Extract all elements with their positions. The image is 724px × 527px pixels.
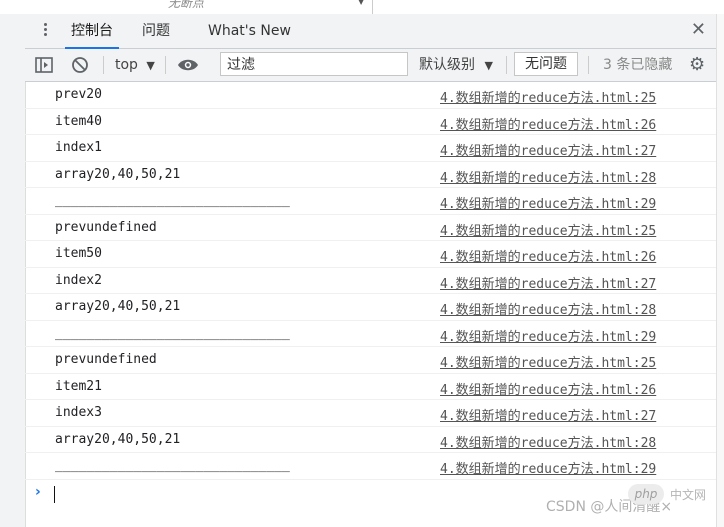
console-message-text: prevundefined	[55, 352, 157, 367]
console-message-text: item40	[55, 113, 102, 129]
source-link[interactable]: 4.数组新增的reduce方法.html:25	[440, 87, 656, 106]
toolbar-divider	[165, 56, 166, 74]
console-message-text: ______________________________	[55, 458, 290, 473]
clear-icon	[72, 57, 88, 73]
source-link[interactable]: 4.数组新增的reduce方法.html:26	[440, 114, 656, 133]
console-message-text: index2	[55, 272, 102, 288]
top-strip-ghost-text: 无断点	[168, 0, 205, 10]
php-cn-text: 中文网	[670, 488, 707, 502]
clear-console-button[interactable]	[71, 49, 89, 81]
issues-button[interactable]: 无问题	[514, 52, 578, 76]
source-link[interactable]: 4.数组新增的reduce方法.html:27	[440, 405, 656, 424]
console-message-row: index2 4.数组新增的reduce方法.html:27	[25, 268, 716, 294]
more-options-icon[interactable]	[41, 21, 49, 41]
toolbar-divider	[103, 56, 104, 74]
console-message-row: ______________________________ 4.数组新增的red…	[25, 453, 716, 480]
top-strip-divider	[372, 0, 373, 14]
source-link[interactable]: 4.数组新增的reduce方法.html:27	[440, 140, 656, 159]
console-message-text: prev20	[55, 87, 102, 102]
right-gutter	[716, 14, 724, 527]
source-link[interactable]: 4.数组新增的reduce方法.html:29	[440, 326, 656, 345]
console-message-text: item21	[55, 378, 102, 394]
tab-console[interactable]: 控制台	[65, 14, 119, 49]
source-link[interactable]: 4.数组新增的reduce方法.html:26	[440, 379, 656, 398]
console-message-text: index1	[55, 140, 102, 155]
source-link[interactable]: 4.数组新增的reduce方法.html:25	[440, 220, 656, 239]
hidden-count: 3 条已隐藏	[603, 57, 673, 73]
console-message-row: prev20 4.数组新增的reduce方法.html:25	[25, 82, 716, 109]
console-message-text: array20,40,50,21	[55, 166, 181, 182]
console-message-row: array20,40,50,21 4.数组新增的reduce方法.html:28	[25, 162, 716, 188]
toolbar-divider	[506, 56, 507, 74]
scroll-arrow-icon[interactable]: ▼	[358, 0, 364, 6]
sidebar-toggle-button[interactable]	[35, 49, 53, 81]
console-toolbar: top ▼ 过滤 默认级别 ▼ 无问题 3 条已隐藏 ⚙	[25, 49, 716, 82]
tab-issues[interactable]: 问题	[142, 14, 170, 48]
source-link[interactable]: 4.数组新增的reduce方法.html:28	[440, 299, 656, 318]
console-message-row: index1 4.数组新增的reduce方法.html:27	[25, 135, 716, 162]
console-message-row: array20,40,50,21 4.数组新增的reduce方法.html:28	[25, 427, 716, 453]
source-link[interactable]: 4.数组新增的reduce方法.html:29	[440, 193, 656, 212]
chevron-down-icon: ▼	[484, 59, 493, 72]
text-cursor	[54, 485, 55, 503]
console-message-row: item40 4.数组新增的reduce方法.html:26	[25, 109, 716, 135]
devtools-tab-bar: 控制台 问题 What's New ✕	[25, 14, 716, 49]
console-message-row: ______________________________ 4.数组新增的red…	[25, 188, 716, 215]
source-link[interactable]: 4.数组新增的reduce方法.html:29	[440, 458, 656, 477]
eye-icon	[178, 59, 198, 71]
console-message-text: index3	[55, 405, 102, 420]
source-link[interactable]: 4.数组新增的reduce方法.html:28	[440, 167, 656, 186]
tab-whats-new[interactable]: What's New	[208, 14, 291, 48]
console-message-row: array20,40,50,21 4.数组新增的reduce方法.html:28	[25, 294, 716, 321]
console-message-text: ______________________________	[55, 193, 290, 208]
console-message-text: item50	[55, 246, 102, 261]
source-link[interactable]: 4.数组新增的reduce方法.html:26	[440, 246, 656, 265]
prompt-caret-icon: ›	[35, 483, 41, 500]
source-link[interactable]: 4.数组新增的reduce方法.html:27	[440, 273, 656, 292]
toolbar-divider	[588, 56, 589, 74]
filter-input[interactable]: 过滤	[220, 52, 408, 76]
live-expression-button[interactable]	[177, 49, 199, 81]
console-log: prev20 4.数组新增的reduce方法.html:25 item40 4.数组新…	[25, 82, 716, 506]
console-message-row: prevundefined 4.数组新增的reduce方法.html:25	[25, 215, 716, 241]
source-link[interactable]: 4.数组新增的reduce方法.html:28	[440, 432, 656, 451]
console-message-row: index3 4.数组新增的reduce方法.html:27	[25, 400, 716, 427]
source-link[interactable]: 4.数组新增的reduce方法.html:25	[440, 352, 656, 371]
console-message-text: prevundefined	[55, 219, 157, 235]
console-message-row: item50 4.数组新增的reduce方法.html:26	[25, 241, 716, 268]
console-message-text: array20,40,50,21	[55, 299, 181, 314]
top-strip: 无断点 ▼	[0, 0, 724, 14]
console-message-row: item21 4.数组新增的reduce方法.html:26	[25, 374, 716, 400]
left-gutter	[0, 14, 26, 527]
gear-icon[interactable]: ⚙	[689, 49, 705, 81]
console-message-row: ______________________________ 4.数组新增的red…	[25, 321, 716, 347]
context-selector[interactable]: top ▼	[115, 49, 155, 81]
console-message-text: array20,40,50,21	[55, 431, 181, 447]
log-levels-label: 默认级别	[419, 57, 475, 73]
console-message-row: prevundefined 4.数组新增的reduce方法.html:25	[25, 347, 716, 374]
console-message-text: ______________________________	[55, 325, 290, 341]
sidebar-toggle-icon	[35, 57, 53, 73]
close-icon[interactable]: ✕	[691, 19, 706, 40]
context-label: top	[115, 57, 138, 73]
log-levels-dropdown[interactable]: 默认级别 ▼	[419, 49, 493, 81]
chevron-down-icon: ▼	[146, 59, 155, 72]
php-logo: php	[628, 484, 664, 504]
